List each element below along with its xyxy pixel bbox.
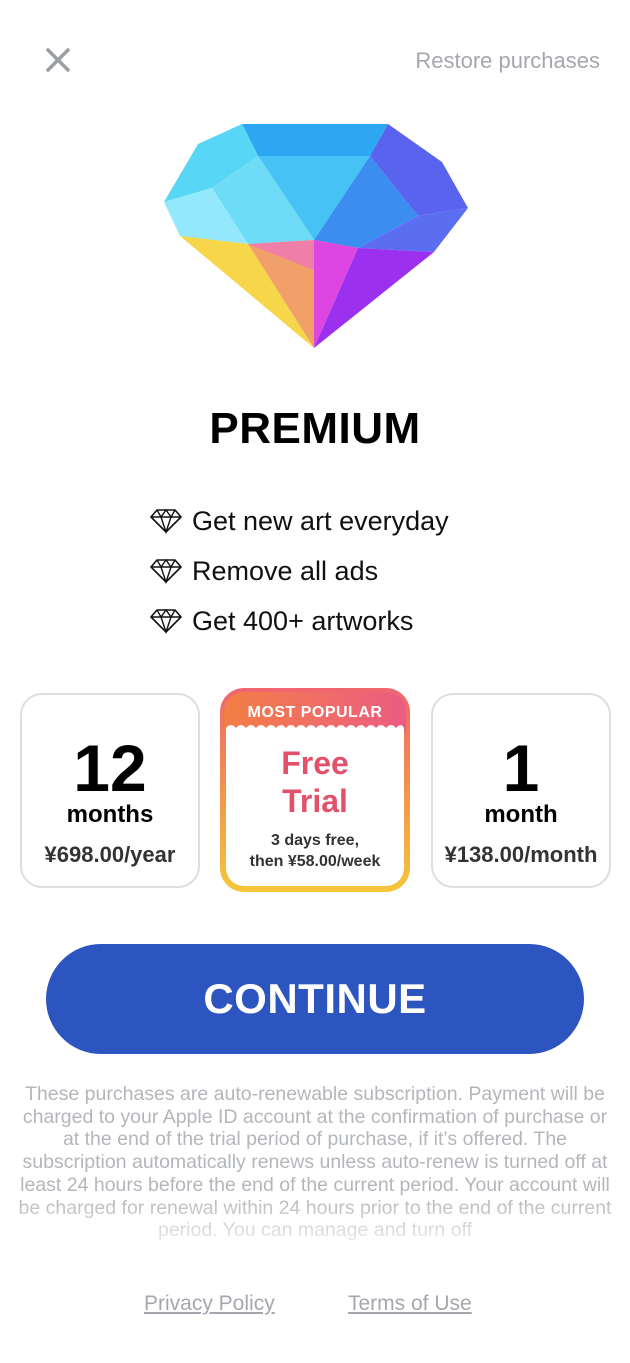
plan-price: ¥698.00/year	[44, 842, 176, 867]
diamond-outline-icon	[150, 558, 182, 584]
page-title: PREMIUM	[209, 404, 421, 453]
scallop-edge	[226, 725, 404, 734]
feature-label: Remove all ads	[192, 555, 379, 586]
diamond-outline-icon	[150, 508, 182, 534]
feature-label: Get new art everyday	[192, 505, 449, 536]
close-icon	[46, 48, 70, 72]
plan-duration-number: 12	[73, 731, 147, 805]
privacy-policy-link[interactable]: Privacy Policy	[144, 1292, 275, 1316]
terms-of-use-link[interactable]: Terms of Use	[348, 1292, 472, 1316]
legal-fade-overlay	[0, 1195, 630, 1259]
plan-duration-number: 1	[502, 731, 540, 805]
feature-item: Get 400+ artworks	[150, 596, 449, 646]
plan-card-monthly[interactable]: 1 month ¥138.00/month	[431, 693, 611, 888]
diamond-outline-icon	[150, 608, 182, 634]
feature-list: Get new art everyday Remove all ads Get …	[150, 496, 449, 646]
restore-purchases-link[interactable]: Restore purchases	[415, 48, 600, 74]
close-button[interactable]	[42, 44, 74, 76]
feature-item: Get new art everyday	[150, 496, 449, 546]
plan-duration-unit: months	[66, 801, 154, 828]
feature-item: Remove all ads	[150, 546, 449, 596]
plan-card-yearly[interactable]: 12 months ¥698.00/year	[20, 693, 200, 888]
feature-label: Get 400+ artworks	[192, 605, 414, 636]
diamond-gem-icon	[158, 120, 472, 352]
trial-card-body: Free Trial 3 days free, then ¥58.00/week	[226, 725, 404, 886]
trial-title-line1: Free	[281, 745, 349, 781]
plan-price: ¥138.00/month	[444, 842, 598, 867]
trial-subtitle-line2: then ¥58.00/week	[249, 853, 381, 870]
plan-card-free-trial[interactable]: MOST POPULAR Free Trial 3 days free, the…	[220, 688, 410, 892]
plan-duration-unit: month	[484, 801, 558, 828]
continue-button[interactable]: CONTINUE	[46, 944, 584, 1054]
trial-subtitle-line1: 3 days free,	[270, 832, 360, 849]
trial-title-line2: Trial	[282, 783, 348, 819]
